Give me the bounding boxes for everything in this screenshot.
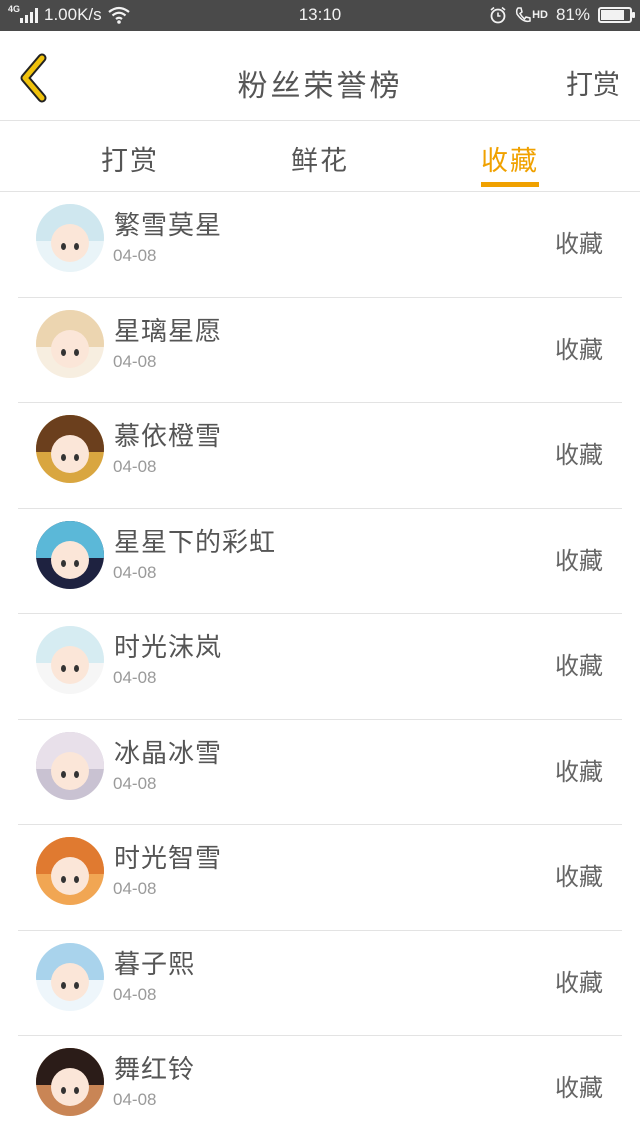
avatar-eye — [74, 559, 80, 567]
list-item[interactable]: 慕依橙雪 04-08 收藏 — [0, 403, 640, 509]
list-item[interactable]: 繁雪莫星 04-08 收藏 — [0, 192, 640, 298]
avatar-face — [50, 435, 90, 474]
gift-type: 收藏 — [555, 1074, 603, 1102]
avatar-eye — [60, 243, 66, 251]
avatar-eye — [74, 665, 80, 673]
tab-favorites[interactable]: 收藏 — [450, 139, 570, 178]
tab-active-indicator — [481, 182, 539, 187]
avatar-eye — [60, 770, 66, 778]
avatar-eye — [74, 1087, 80, 1095]
avatar-face — [50, 540, 90, 579]
list-item[interactable]: 暮子熙 04-08 收藏 — [0, 931, 640, 1036]
avatar[interactable] — [36, 309, 104, 378]
gift-type: 收藏 — [555, 652, 603, 680]
fan-name: 繁雪莫星 — [114, 211, 223, 241]
gift-type: 收藏 — [555, 230, 603, 258]
list-item[interactable]: 星星下的彩虹 04-08 收藏 — [0, 509, 640, 614]
avatar-eye — [74, 454, 80, 462]
fan-name: 星璃星愿 — [114, 316, 223, 347]
avatar-eye — [74, 770, 80, 778]
page-title: 粉丝荣誉榜 — [237, 69, 403, 104]
avatar-face — [50, 646, 90, 685]
avatar[interactable] — [36, 942, 104, 1011]
avatar[interactable] — [36, 731, 104, 800]
status-right: HD 81% — [489, 5, 635, 25]
avatar-face — [50, 1068, 90, 1107]
status-bar: 4G 1.00K/s 13:10 HD 81% — [0, 0, 640, 31]
fan-name: 时光智雪 — [114, 844, 223, 874]
list-item[interactable]: 星璃星愿 04-08 收藏 — [0, 298, 640, 403]
list-item[interactable]: 冰晶冰雪 04-08 收藏 — [0, 720, 640, 825]
battery-icon — [598, 7, 635, 23]
avatar-eye — [60, 876, 66, 884]
avatar-eye — [60, 454, 66, 462]
fan-date: 04-08 — [113, 457, 157, 476]
gift-type: 收藏 — [555, 335, 603, 364]
battery-fill — [601, 10, 624, 20]
fan-name: 暮子熙 — [114, 949, 196, 980]
avatar-eye — [60, 348, 66, 356]
gift-type: 收藏 — [555, 863, 603, 891]
list-item[interactable]: 时光沫岚 04-08 收藏 — [0, 614, 640, 720]
avatar-face — [50, 329, 90, 368]
tab-flowers[interactable]: 鲜花 — [260, 139, 380, 178]
battery-percent: 81% — [555, 5, 590, 24]
avatar-eye — [60, 559, 66, 567]
avatar-eye — [74, 981, 80, 989]
hd-label: HD — [532, 9, 548, 21]
tab-bar: 打赏 鲜花 收藏 — [0, 121, 640, 191]
avatar-eye — [60, 1087, 66, 1095]
avatar[interactable] — [36, 1048, 104, 1116]
fan-date: 04-08 — [113, 773, 157, 793]
fan-date: 04-08 — [113, 1090, 157, 1109]
list-item[interactable]: 舞红铃 04-08 收藏 — [0, 1036, 640, 1138]
gift-type: 收藏 — [555, 757, 603, 786]
tab-reward[interactable]: 打赏 — [70, 139, 190, 178]
fan-date: 04-08 — [113, 246, 157, 265]
avatar[interactable] — [36, 520, 104, 589]
reward-button[interactable]: 打赏 — [566, 63, 620, 102]
phone-icon — [516, 7, 531, 23]
avatar-face — [50, 751, 90, 790]
fan-name: 时光沫岚 — [114, 633, 223, 663]
fan-name: 慕依橙雪 — [114, 422, 223, 452]
avatar-face — [50, 224, 90, 263]
avatar[interactable] — [36, 837, 104, 905]
gift-type: 收藏 — [555, 968, 603, 997]
avatar[interactable] — [36, 626, 104, 694]
avatar-face — [50, 962, 90, 1001]
avatar-eye — [74, 243, 80, 251]
fan-list: 繁雪莫星 04-08 收藏 星璃星愿 04-08 收藏 慕依橙雪 04-08 收… — [0, 192, 640, 1138]
alarm-icon — [490, 6, 506, 24]
fan-date: 04-08 — [113, 984, 157, 1004]
fan-name: 冰晶冰雪 — [114, 738, 223, 769]
gift-type: 收藏 — [555, 441, 603, 469]
fan-date: 04-08 — [113, 562, 157, 582]
avatar-eye — [74, 876, 80, 884]
list-item[interactable]: 时光智雪 04-08 收藏 — [0, 825, 640, 931]
avatar-face — [50, 857, 90, 896]
avatar-eye — [60, 665, 66, 673]
fan-name: 星星下的彩虹 — [114, 527, 277, 558]
fan-date: 04-08 — [113, 668, 157, 687]
avatar-eye — [60, 981, 66, 989]
gift-type: 收藏 — [555, 546, 603, 575]
avatar[interactable] — [36, 204, 104, 272]
fan-date: 04-08 — [113, 879, 157, 898]
avatar[interactable] — [36, 415, 104, 483]
call-hd-indicator: HD — [515, 6, 548, 24]
avatar-eye — [74, 348, 80, 356]
title-bar: 粉丝荣誉榜 打赏 — [0, 31, 640, 120]
fan-name: 舞红铃 — [114, 1055, 196, 1085]
fan-date: 04-08 — [113, 351, 157, 371]
